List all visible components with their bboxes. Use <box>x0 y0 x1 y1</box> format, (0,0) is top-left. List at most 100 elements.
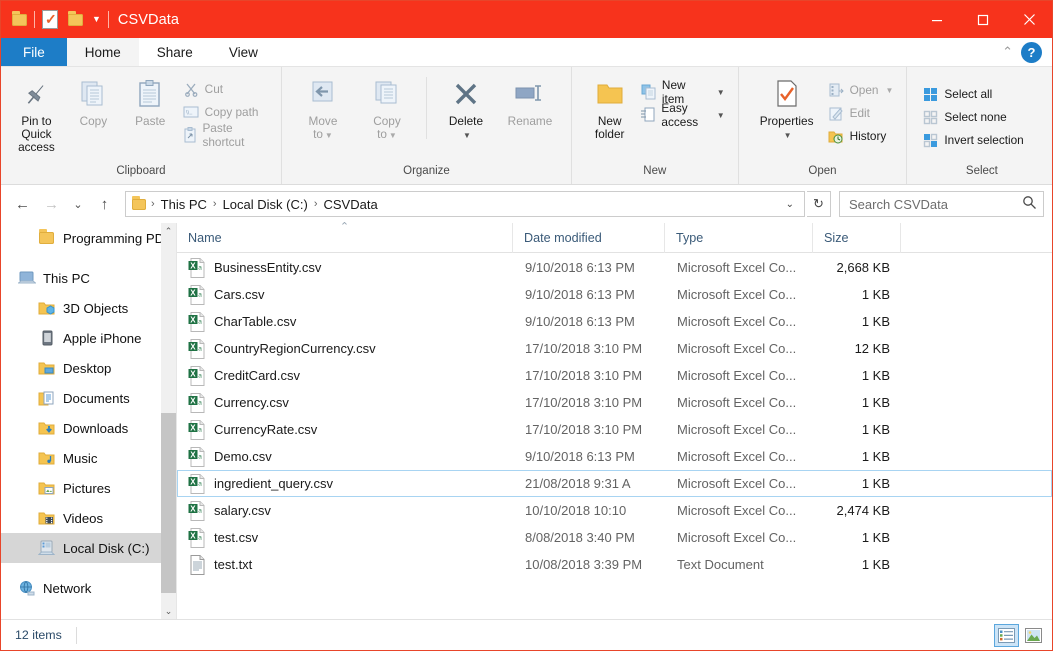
collapse-ribbon-icon[interactable]: ⌃ <box>1002 44 1013 60</box>
open-button[interactable]: Open ▼ <box>825 79 899 101</box>
sidebar-item-network[interactable]: Network <box>1 573 176 603</box>
quick-access-customize-icon[interactable]: ▼ <box>90 15 103 24</box>
column-header-empty[interactable] <box>901 223 1052 253</box>
maximize-button[interactable] <box>960 1 1006 38</box>
file-size-cell: 1 KB <box>861 368 890 383</box>
breadcrumb-this-pc[interactable]: This PC <box>156 197 212 212</box>
sidebar-item-pictures[interactable]: Pictures <box>1 473 176 503</box>
copy-button[interactable]: Copy <box>66 73 121 128</box>
large-icons-view-button[interactable] <box>1021 624 1046 647</box>
file-size-cell: 1 KB <box>861 422 890 437</box>
sidebar-item-3d-objects[interactable]: 3D Objects <box>1 293 176 323</box>
breadcrumb[interactable]: › This PC › Local Disk (C:) › CSVData ⌄ <box>125 191 805 217</box>
search-icon[interactable] <box>1022 195 1037 213</box>
paste-button[interactable]: Paste <box>123 73 178 128</box>
file-name-label: BusinessEntity.csv <box>214 260 322 275</box>
history-button[interactable]: History <box>825 125 899 147</box>
breadcrumb-local-disk[interactable]: Local Disk (C:) <box>218 197 313 212</box>
sidebar-item-documents[interactable]: Documents <box>1 383 176 413</box>
quick-access-properties-icon[interactable] <box>40 10 60 30</box>
refresh-button[interactable]: ↻ <box>807 191 831 217</box>
sidebar-item-programming-pd[interactable]: Programming PD <box>1 223 176 253</box>
copy-to-button[interactable]: Copy to ▼ <box>356 73 418 142</box>
quick-access-new-folder-icon[interactable] <box>65 10 85 30</box>
tab-view[interactable]: View <box>211 38 276 66</box>
new-item-button[interactable]: New item ▼ <box>637 78 729 106</box>
paste-shortcut-label: Paste shortcut <box>202 121 245 149</box>
history-label: History <box>849 129 887 143</box>
sidebar-item-music[interactable]: Music <box>1 443 176 473</box>
tab-file[interactable]: File <box>1 38 67 66</box>
scroll-down-icon[interactable]: ⌄ <box>161 603 176 619</box>
properties-button[interactable]: Properties ▼ <box>751 73 823 142</box>
table-row[interactable]: Xa ingredient_query.csv 21/08/2018 9:31 A M… <box>177 470 1052 497</box>
table-row[interactable]: Xa BusinessEntity.csv 9/10/2018 6:13 PM Mic… <box>177 254 1052 281</box>
table-row[interactable]: Xa CharTable.csv 9/10/2018 6:13 PM Microsof… <box>177 308 1052 335</box>
back-button[interactable]: ← <box>9 191 36 217</box>
copy-path-label: Copy path <box>204 105 259 119</box>
edit-button[interactable]: Edit <box>825 102 899 124</box>
cut-button[interactable]: Cut <box>180 78 273 100</box>
forward-button[interactable]: → <box>38 191 65 217</box>
table-row[interactable]: Xa Currency.csv 17/10/2018 3:10 PM Microsof… <box>177 389 1052 416</box>
help-button[interactable]: ? <box>1021 41 1042 63</box>
csv-file-icon: Xa <box>188 527 205 548</box>
table-row[interactable]: Xa Demo.csv 9/10/2018 6:13 PM Microsoft Exc… <box>177 443 1052 470</box>
table-row[interactable]: test.txt 10/08/2018 3:39 PM Text Document 1… <box>177 551 1052 578</box>
sidebar-item-downloads[interactable]: Downloads <box>1 413 176 443</box>
easy-access-button[interactable]: Easy access ▼ <box>637 101 729 129</box>
column-header-date-modified[interactable]: Date modified <box>513 222 665 253</box>
tab-share[interactable]: Share <box>139 38 211 66</box>
quick-access-divider <box>34 11 35 28</box>
column-header-name[interactable]: ⌃ Name <box>177 221 513 253</box>
svg-text:X: X <box>190 396 196 405</box>
tab-home[interactable]: Home <box>66 38 139 66</box>
sidebar-item-desktop[interactable]: Desktop <box>1 353 176 383</box>
breadcrumb-csvdata[interactable]: CSVData <box>319 197 383 212</box>
move-to-button[interactable]: Move to ▼ <box>292 73 354 142</box>
svg-text:a: a <box>198 453 202 460</box>
recent-locations-button[interactable]: ⌄ <box>67 191 89 217</box>
table-row[interactable]: Xa CurrencyRate.csv 17/10/2018 3:10 PM Micr… <box>177 416 1052 443</box>
navigation-scrollbar[interactable]: ⌃ ⌄ <box>161 223 176 619</box>
svg-text:a: a <box>198 426 202 433</box>
pin-to-quick-access-button[interactable]: Pin to Quick access <box>9 73 64 154</box>
close-button[interactable] <box>1006 1 1052 38</box>
copy-label: Copy <box>79 114 108 128</box>
quick-access-folder-icon[interactable] <box>9 10 29 30</box>
paste-shortcut-button[interactable]: Paste shortcut <box>180 121 273 149</box>
search-input[interactable]: Search CSVData <box>839 191 1044 217</box>
copy-path-button[interactable]: \\.. Copy path <box>180 101 273 123</box>
new-folder-button[interactable]: New folder <box>584 73 635 141</box>
invert-selection-button[interactable]: Invert selection <box>919 129 1028 151</box>
csv-file-icon: Xa <box>188 257 205 278</box>
move-to-icon <box>308 77 338 111</box>
sidebar-item-local-disk-c[interactable]: Local Disk (C:) <box>1 533 176 563</box>
select-all-button[interactable]: Select all <box>919 83 1028 105</box>
up-button[interactable]: ↑ <box>91 191 118 217</box>
column-header-size[interactable]: Size <box>813 222 901 253</box>
select-none-button[interactable]: Select none <box>919 106 1028 128</box>
sidebar-item-this-pc[interactable]: This PC <box>1 263 176 293</box>
minimize-button[interactable] <box>914 1 960 38</box>
file-type-cell: Microsoft Excel Co... <box>677 395 797 410</box>
details-view-button[interactable] <box>994 623 1019 647</box>
scroll-up-icon[interactable]: ⌃ <box>161 223 176 239</box>
table-row[interactable]: Xa Cars.csv 9/10/2018 6:13 PM Microsoft Exc… <box>177 281 1052 308</box>
table-row[interactable]: Xa salary.csv 10/10/2018 10:10 Microsoft Ex… <box>177 497 1052 524</box>
table-row[interactable]: Xa CountryRegionCurrency.csv 17/10/2018 3:… <box>177 335 1052 362</box>
sidebar-label-desktop: Desktop <box>63 360 112 376</box>
table-row[interactable]: Xa CreditCard.csv 17/10/2018 3:10 PM Micros… <box>177 362 1052 389</box>
delete-button[interactable]: Delete ▼ <box>435 73 497 142</box>
breadcrumb-dropdown-icon[interactable]: ⌄ <box>780 199 800 210</box>
sidebar-label-documents: Documents <box>63 390 130 406</box>
pin-label-2: access <box>18 140 55 154</box>
scrollbar-thumb[interactable] <box>161 413 176 593</box>
select-none-label: Select none <box>944 110 1007 124</box>
rename-button[interactable]: Rename <box>499 73 561 128</box>
column-header-type[interactable]: Type <box>665 222 813 253</box>
new-group-label: New <box>643 165 667 177</box>
sidebar-item-videos[interactable]: Videos <box>1 503 176 533</box>
table-row[interactable]: Xa test.csv 8/08/2018 3:40 PM Microsoft Exc… <box>177 524 1052 551</box>
sidebar-item-apple-iphone[interactable]: Apple iPhone <box>1 323 176 353</box>
